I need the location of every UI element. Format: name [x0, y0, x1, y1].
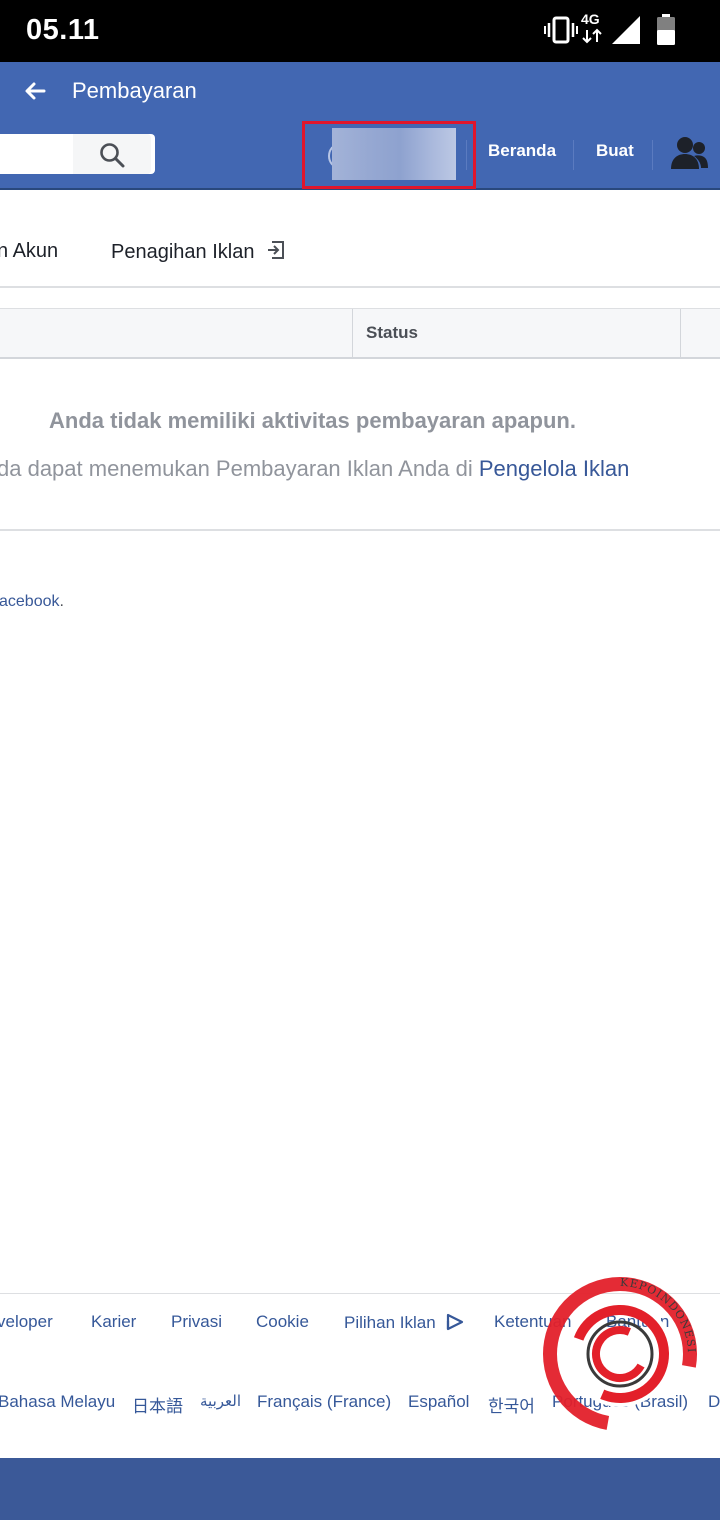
column-divider	[680, 309, 681, 358]
footer-lang-french[interactable]: Français (France)	[257, 1392, 391, 1412]
status-bar: 05.11 4G	[0, 0, 720, 62]
header-divider	[573, 140, 574, 170]
table-header: Status	[0, 308, 720, 359]
battery-icon	[657, 14, 675, 45]
settings-tabs: n Akun Penagihan Iklan	[0, 192, 720, 288]
watermark-logo: KEPOINDONESIA	[538, 1272, 697, 1431]
tab-label: n Akun	[0, 240, 59, 262]
empty-state-title: Anda tidak memiliki aktivitas pembayaran…	[49, 408, 576, 433]
tab-ad-billing[interactable]: Penagihan Iklan	[111, 240, 286, 264]
search-input[interactable]	[0, 134, 155, 174]
footer-lang-japanese[interactable]: 日本語	[132, 1392, 183, 1417]
tab-account[interactable]: n Akun	[0, 240, 58, 263]
adchoices-icon	[447, 1313, 464, 1331]
facebook-note: acebook.	[0, 593, 64, 611]
header-divider	[466, 140, 467, 170]
search-icon	[100, 143, 125, 168]
vibrate-icon	[544, 16, 578, 44]
nav-create-link[interactable]: Buat	[596, 141, 634, 161]
network-arrows-icon	[582, 28, 602, 44]
search-button[interactable]	[73, 134, 151, 174]
footer-lang-arabic[interactable]: العربية	[200, 1392, 241, 1410]
signal-icon	[612, 16, 640, 44]
footer-link-label: Pilihan Iklan	[344, 1313, 436, 1332]
arrow-left-icon[interactable]	[20, 76, 50, 106]
column-header-status: Status	[366, 323, 418, 342]
footer-lang-spanish[interactable]: Español	[408, 1392, 469, 1412]
footer-lang-korean[interactable]: 한국어	[488, 1392, 535, 1417]
footer-lang-more[interactable]: D	[708, 1392, 720, 1412]
footer-link-careers[interactable]: Karier	[91, 1312, 136, 1332]
footer-lang-malay[interactable]: Bahasa Melayu	[0, 1392, 115, 1412]
footer-link-privacy[interactable]: Privasi	[171, 1312, 222, 1332]
footer-link-ad-choices[interactable]: Pilihan Iklan	[344, 1312, 464, 1333]
bottom-bar	[0, 1458, 720, 1520]
status-time: 05.11	[26, 14, 100, 46]
profile-highlight-box	[302, 121, 476, 189]
empty-state-text: da dapat menemukan Pembayaran Iklan Anda…	[0, 456, 479, 481]
column-divider	[352, 309, 353, 358]
empty-state-subtitle: da dapat menemukan Pembayaran Iklan Anda…	[0, 456, 629, 482]
nav-home-link[interactable]: Beranda	[488, 141, 556, 161]
network-4g-icon: 4G	[581, 11, 600, 27]
note-suffix: .	[59, 593, 64, 610]
page-title: Pembayaran	[72, 78, 197, 103]
ads-manager-link[interactable]: Pengelola Iklan	[479, 456, 629, 481]
app-bar: Pembayaran	[0, 62, 720, 120]
facebook-header: Beranda Buat	[0, 120, 720, 190]
content-divider	[0, 529, 720, 531]
footer-link-developer[interactable]: veloper	[0, 1312, 53, 1332]
external-link-icon	[268, 241, 285, 259]
friends-icon[interactable]	[670, 136, 710, 172]
header-divider	[652, 140, 653, 170]
tab-label: Penagihan Iklan	[111, 241, 255, 263]
facebook-link[interactable]: acebook	[0, 593, 60, 610]
footer-link-cookie[interactable]: Cookie	[256, 1312, 309, 1332]
